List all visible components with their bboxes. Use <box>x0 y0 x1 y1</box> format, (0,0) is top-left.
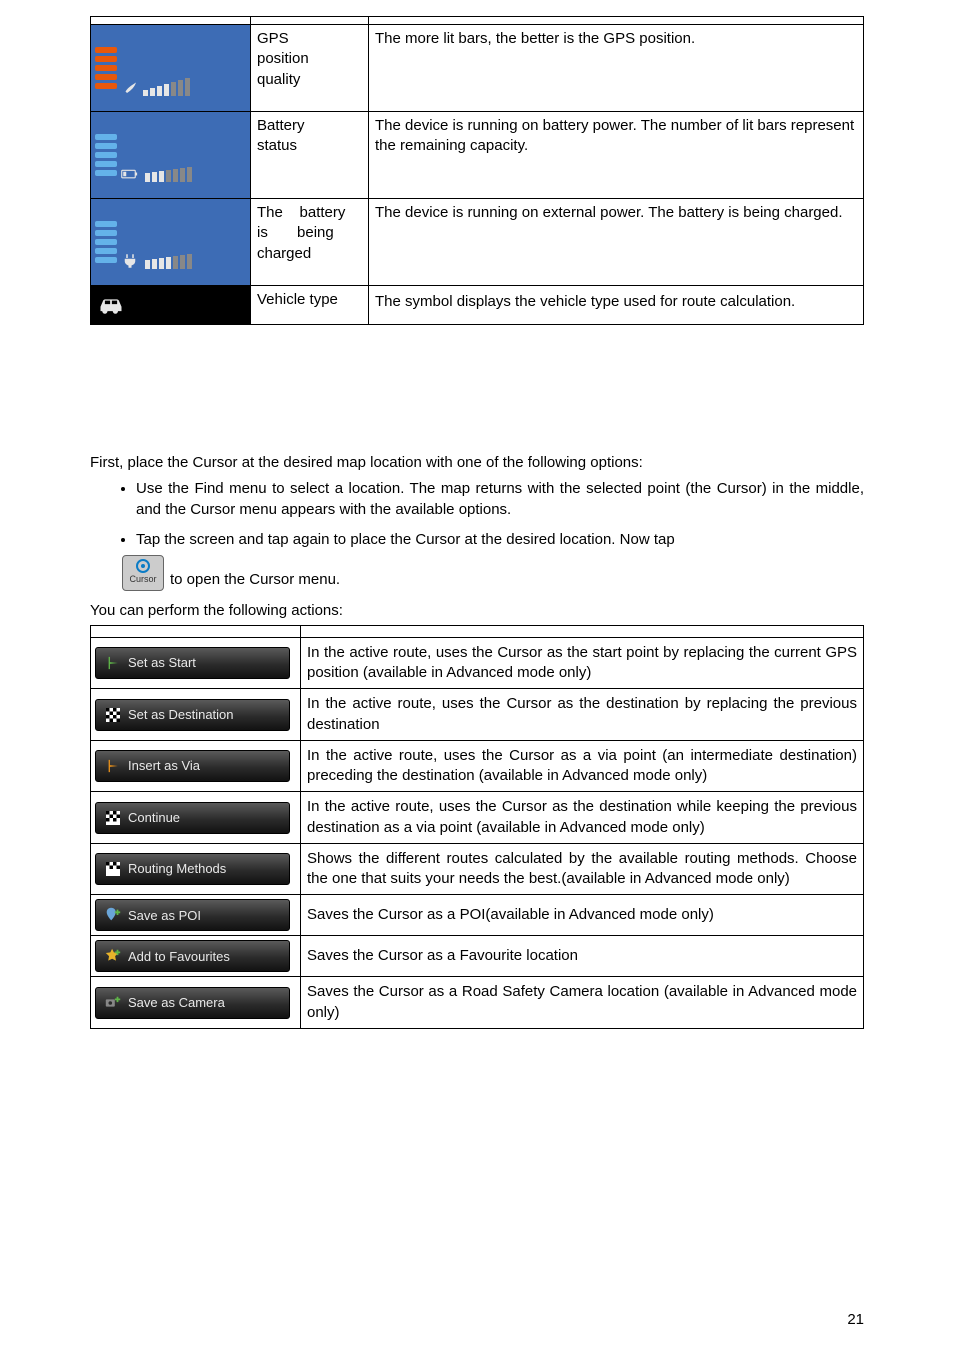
charging-bars <box>145 254 192 269</box>
set-as-start-button[interactable]: Set as Start <box>95 647 290 679</box>
intro-text: First, place the Cursor at the desired m… <box>90 453 864 473</box>
menu-btn-label: Save as Camera <box>128 994 225 1012</box>
battery-icon <box>121 167 139 181</box>
status-icon-vehicle <box>91 286 251 325</box>
set-as-destination-button[interactable]: Set as Destination <box>95 699 290 731</box>
gps-bars <box>143 78 190 96</box>
action-table: Set as Start In the active route, uses t… <box>90 625 864 1029</box>
checkered-flag-icon <box>104 862 122 876</box>
cursor-button-label: Cursor <box>129 573 156 585</box>
status-name: The batteryis beingcharged <box>251 199 369 286</box>
status-desc: The symbol displays the vehicle type use… <box>369 286 864 325</box>
action-desc: Shows the different routes calculated by… <box>301 843 864 895</box>
menu-btn-label: Add to Favourites <box>128 948 230 966</box>
status-icon-battery <box>91 112 251 199</box>
status-desc: The device is running on external power.… <box>369 199 864 286</box>
menu-btn-label: Insert as Via <box>128 757 200 775</box>
menu-btn-label: Set as Start <box>128 654 196 672</box>
bullet-item: Tap the screen and tap again to place th… <box>136 530 864 591</box>
checkered-flag-icon <box>104 708 122 722</box>
insert-as-via-button[interactable]: Insert as Via <box>95 750 290 782</box>
status-table: GPS position quality The more lit bars, … <box>90 16 864 325</box>
page-number: 21 <box>847 1310 864 1330</box>
status-desc: The more lit bars, the better is the GPS… <box>369 25 864 112</box>
action-desc: In the active route, uses the Cursor as … <box>301 637 864 689</box>
routing-methods-button[interactable]: Routing Methods <box>95 853 290 885</box>
menu-btn-label: Set as Destination <box>128 706 234 724</box>
bullet-item: Use the Find menu to select a location. … <box>136 479 864 520</box>
action-desc: Saves the Cursor as a Favourite location <box>301 936 864 977</box>
status-desc: The device is running on battery power. … <box>369 112 864 199</box>
battery-bars <box>145 167 192 182</box>
cursor-button[interactable]: Cursor <box>122 555 164 591</box>
status-name: GPS position quality <box>251 25 369 112</box>
plug-icon <box>121 252 139 270</box>
status-name: Battery status <box>251 112 369 199</box>
add-to-favourites-button[interactable]: Add to Favourites <box>95 940 290 972</box>
status-name: Vehicle type <box>251 286 369 325</box>
action-desc: Saves the Cursor as a Road Safety Camera… <box>301 977 864 1029</box>
camera-plus-icon <box>104 994 122 1012</box>
menu-btn-label: Save as POI <box>128 907 201 925</box>
menu-btn-label: Routing Methods <box>128 860 226 878</box>
poi-plus-icon <box>104 906 122 924</box>
star-plus-icon <box>104 947 122 965</box>
checkered-flag-icon <box>104 811 122 825</box>
car-icon <box>97 294 125 316</box>
action-desc: In the active route, uses the Cursor as … <box>301 740 864 792</box>
cursor-tail-text: to open the Cursor menu. <box>170 570 340 590</box>
menu-btn-label: Continue <box>128 809 180 827</box>
flag-green-icon <box>104 656 122 670</box>
flag-orange-icon <box>104 759 122 773</box>
save-as-camera-button[interactable]: Save as Camera <box>95 987 290 1019</box>
action-desc: In the active route, uses the Cursor as … <box>301 689 864 741</box>
satellite-icon <box>121 78 139 96</box>
after-bullets-text: You can perform the following actions: <box>90 601 864 621</box>
cursor-icon <box>136 559 150 573</box>
status-icon-gps <box>91 25 251 112</box>
action-desc: Saves the Cursor as a POI(available in A… <box>301 895 864 936</box>
continue-button[interactable]: Continue <box>95 802 290 834</box>
save-as-poi-button[interactable]: Save as POI <box>95 899 290 931</box>
action-desc: In the active route, uses the Cursor as … <box>301 792 864 844</box>
status-icon-charging <box>91 199 251 286</box>
